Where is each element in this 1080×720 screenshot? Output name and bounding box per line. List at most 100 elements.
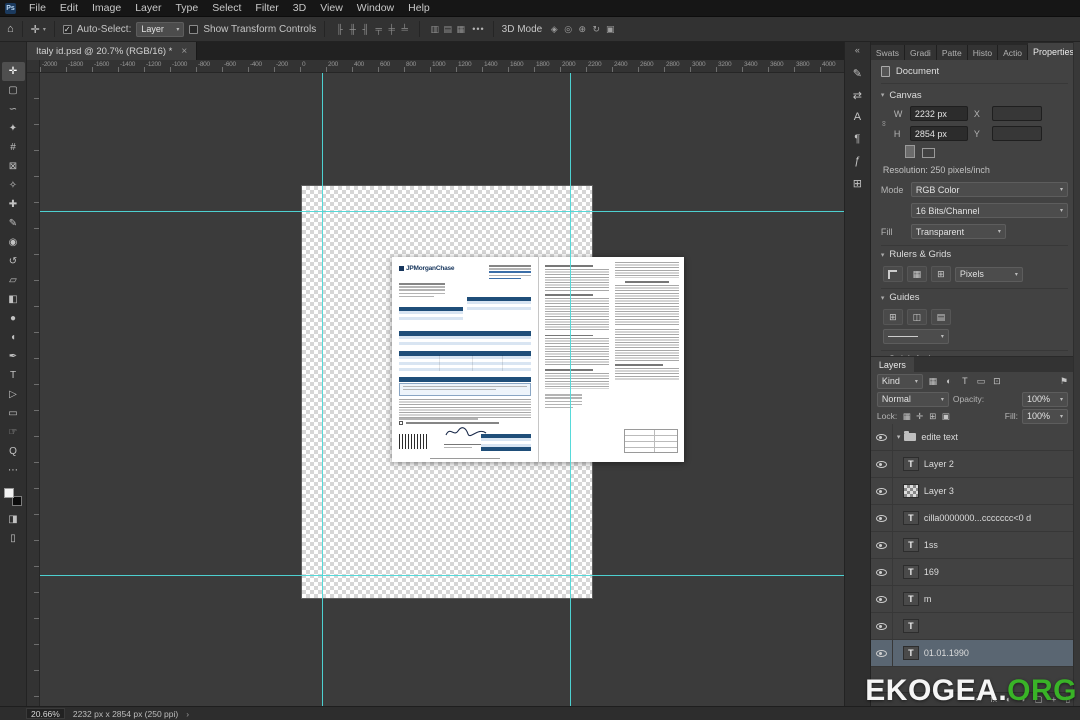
layer-row[interactable]: ▾ T cilla0000000...ccccccc<0 d bbox=[870, 505, 1080, 532]
brush-settings-icon[interactable]: ✎ bbox=[846, 62, 868, 84]
zoom-level-field[interactable]: 20.66% bbox=[26, 708, 65, 719]
paragraph-panel-icon[interactable]: ¶ bbox=[846, 128, 868, 150]
panel-tab[interactable]: Patte bbox=[936, 45, 968, 60]
layer-row[interactable]: ▾ T Layer 2 bbox=[870, 451, 1080, 478]
layer-row[interactable]: ▾ T 01.01.1990 bbox=[870, 640, 1080, 667]
toggle-grid-button[interactable]: ▦ bbox=[906, 266, 927, 282]
panel-tab[interactable]: Gradi bbox=[905, 45, 937, 60]
status-options-icon[interactable]: › bbox=[186, 709, 189, 719]
layer-visibility-toggle[interactable] bbox=[871, 505, 893, 531]
layer-row[interactable]: ▾ T m bbox=[870, 586, 1080, 613]
distribute-icon[interactable]: ▦ bbox=[454, 24, 467, 35]
toolbar-more-icon[interactable]: ⋯ bbox=[2, 461, 25, 480]
dodge-tool[interactable]: ◖ bbox=[2, 328, 25, 347]
foreground-color-swatch[interactable] bbox=[4, 488, 14, 498]
layer-filter-icon[interactable]: ⊡ bbox=[991, 376, 1003, 387]
menu-item[interactable]: File bbox=[22, 0, 53, 16]
lock-icon[interactable]: ▣ bbox=[940, 411, 951, 422]
layer-visibility-toggle[interactable] bbox=[871, 640, 893, 666]
frame-tool[interactable]: ⊠ bbox=[2, 157, 25, 176]
guide-style-dropdown[interactable]: ▾ bbox=[882, 329, 949, 344]
lock-icon[interactable]: ✛ bbox=[914, 411, 925, 422]
show-transform-checkbox[interactable] bbox=[189, 24, 199, 34]
marquee-tool[interactable]: ▢ bbox=[2, 81, 25, 100]
align-icon[interactable]: ╢ bbox=[359, 24, 372, 34]
styles-panel-icon[interactable]: ƒ bbox=[846, 150, 868, 172]
close-icon[interactable]: × bbox=[181, 46, 187, 57]
ruler-corner[interactable] bbox=[27, 60, 40, 73]
vertical-guide[interactable] bbox=[570, 73, 571, 706]
layer-visibility-toggle[interactable] bbox=[871, 586, 893, 612]
eyedropper-tool[interactable]: ✧ bbox=[2, 176, 25, 195]
auto-select-checkbox[interactable] bbox=[62, 24, 72, 34]
panel-scrollbar[interactable] bbox=[1073, 42, 1080, 706]
healing-brush-tool[interactable]: ✚ bbox=[2, 195, 25, 214]
document-tab[interactable]: Italy id.psd @ 20.7% (RGB/16) * × bbox=[27, 42, 198, 60]
menu-item[interactable]: Help bbox=[401, 0, 437, 16]
rulers-grids-section-header[interactable]: ▾ Rulers & Grids bbox=[880, 245, 1068, 263]
filter-toggle-icon[interactable]: ⚑ bbox=[1060, 376, 1074, 387]
guides-section-header[interactable]: ▾ Guides bbox=[880, 288, 1068, 306]
layer-visibility-toggle[interactable] bbox=[871, 559, 893, 585]
gradient-tool[interactable]: ◧ bbox=[2, 290, 25, 309]
clone-stamp-tool[interactable]: ◉ bbox=[2, 233, 25, 252]
more-options-icon[interactable]: ••• bbox=[472, 24, 484, 34]
canvas-section-header[interactable]: ▾ Canvas bbox=[881, 86, 1068, 104]
toggle-rulers-button[interactable] bbox=[882, 266, 903, 282]
units-dropdown[interactable]: Pixels ▾ bbox=[954, 266, 1023, 282]
align-icon[interactable]: ╫ bbox=[346, 24, 359, 34]
layer-visibility-toggle[interactable] bbox=[871, 451, 893, 477]
layer-visibility-toggle[interactable] bbox=[871, 613, 893, 639]
expand-chevron-icon[interactable]: ▾ bbox=[897, 433, 901, 441]
layer-row[interactable]: ▾ T Layer 3 bbox=[870, 478, 1080, 505]
distribute-icon[interactable]: ▥ bbox=[428, 24, 441, 35]
layer-row[interactable]: ▾ T bbox=[870, 613, 1080, 640]
character-panel-icon[interactable]: A bbox=[846, 106, 868, 128]
x-field[interactable] bbox=[991, 106, 1042, 121]
pasteboard[interactable]: JPMorganChase bbox=[40, 73, 844, 706]
history-brush-tool[interactable]: ↺ bbox=[2, 252, 25, 271]
menu-item[interactable]: Type bbox=[168, 0, 205, 16]
align-icon[interactable]: ╤ bbox=[372, 24, 385, 34]
menu-item[interactable]: Window bbox=[350, 0, 401, 16]
guide-option-icon[interactable]: ⊞ bbox=[882, 309, 903, 325]
pen-tool[interactable]: ✒ bbox=[2, 347, 25, 366]
color-swatches[interactable] bbox=[4, 488, 22, 506]
lock-icon[interactable]: ▦ bbox=[901, 411, 912, 422]
rectangle-tool[interactable]: ▭ bbox=[2, 404, 25, 423]
path-selection-tool[interactable]: ▷ bbox=[2, 385, 25, 404]
bit-depth-dropdown[interactable]: 16 Bits/Channel ▾ bbox=[910, 203, 1068, 218]
layer-row[interactable]: ▾ T 169 bbox=[870, 559, 1080, 586]
layer-visibility-toggle[interactable] bbox=[871, 424, 893, 450]
panel-tab[interactable]: Actio bbox=[998, 45, 1028, 60]
distribute-icon[interactable]: ▤ bbox=[441, 24, 454, 35]
blur-tool[interactable]: ● bbox=[2, 309, 25, 328]
layer-filter-kind-dropdown[interactable]: Kind ▾ bbox=[876, 373, 923, 389]
horizontal-guide[interactable] bbox=[40, 575, 844, 576]
align-icon[interactable]: ╟ bbox=[333, 24, 346, 34]
height-field[interactable]: 2854 px bbox=[909, 126, 968, 141]
panel-tab[interactable]: Histo bbox=[967, 45, 999, 60]
width-field[interactable]: 2232 px bbox=[909, 106, 968, 121]
3d-mode-icon[interactable]: ◎ bbox=[561, 24, 575, 35]
vertical-ruler[interactable] bbox=[27, 73, 40, 706]
menu-item[interactable]: 3D bbox=[286, 0, 313, 16]
panel-tab[interactable]: Swats bbox=[870, 45, 906, 60]
menu-item[interactable]: Select bbox=[205, 0, 248, 16]
y-field[interactable] bbox=[991, 126, 1042, 141]
3d-mode-icon[interactable]: ▣ bbox=[603, 24, 617, 35]
blend-mode-dropdown[interactable]: Normal ▾ bbox=[876, 391, 949, 407]
screen-mode-icon[interactable]: ▯ bbox=[2, 529, 25, 548]
menu-item[interactable]: Image bbox=[85, 0, 128, 16]
fill-field[interactable]: 100% ▾ bbox=[1022, 408, 1068, 424]
horizontal-guide[interactable] bbox=[40, 211, 844, 212]
3d-mode-icon[interactable]: ⊕ bbox=[575, 24, 589, 35]
crop-tool[interactable]: # bbox=[2, 138, 25, 157]
collapse-panels-icon[interactable]: « bbox=[855, 45, 860, 55]
layer-filter-icon[interactable]: T bbox=[959, 376, 971, 387]
layer-filter-icon[interactable]: ▦ bbox=[927, 376, 939, 387]
vertical-guide[interactable] bbox=[322, 73, 323, 706]
quick-mask-icon[interactable]: ◨ bbox=[2, 510, 25, 529]
swap-panels-icon[interactable]: ⇄ bbox=[846, 84, 868, 106]
home-icon[interactable]: ⌂ bbox=[7, 23, 14, 35]
